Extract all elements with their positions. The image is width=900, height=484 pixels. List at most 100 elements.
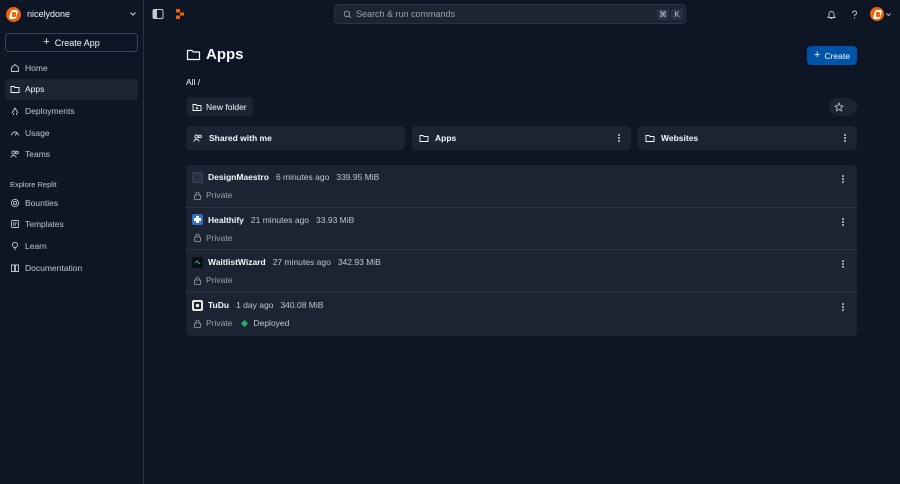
new-folder-label: New folder: [206, 101, 247, 112]
sidebar-item-label: Teams: [25, 149, 51, 160]
lock-icon: [194, 233, 201, 243]
sidebar-item-teams[interactable]: Teams: [5, 144, 138, 165]
shortcut-key-cmd: ⌘: [657, 9, 669, 20]
app-row-waitlistwizard[interactable]: WaitlistWizard 27 minutes ago 342.93 MiB…: [186, 250, 857, 294]
create-app-label: Create App: [54, 37, 100, 48]
sidebar-item-label: Usage: [25, 127, 50, 138]
app-size: 33.93 MiB: [316, 214, 355, 225]
explore-section-label: Explore Replit: [10, 180, 57, 189]
sidebar-toggle-icon[interactable]: [152, 8, 164, 20]
deployed-status: Deployed: [240, 318, 289, 328]
search-bar[interactable]: Search & run commands ⌘ K: [334, 4, 686, 24]
page-title-text: Apps: [206, 46, 244, 63]
learn-icon: [11, 241, 19, 251]
app-name[interactable]: TuDu: [208, 300, 229, 310]
app-size: 342.93 MiB: [337, 257, 381, 268]
help-icon[interactable]: [849, 9, 860, 20]
app-list: DesignMaestro 6 minutes ago 339.95 MiB P…: [186, 165, 857, 336]
lock-icon: [194, 319, 201, 328]
lock-icon: [194, 276, 201, 285]
sidebar-item-home[interactable]: Home: [5, 57, 138, 78]
sidebar-item-label: Templates: [25, 219, 64, 230]
more-options-icon[interactable]: [839, 259, 847, 269]
chevron-down-icon: [130, 12, 136, 16]
more-options-icon[interactable]: [615, 133, 623, 143]
more-options-icon[interactable]: [839, 174, 847, 184]
app-name[interactable]: WaitlistWizard: [208, 257, 266, 267]
home-icon: [11, 63, 19, 72]
sidebar-item-templates[interactable]: Templates: [5, 214, 138, 235]
usage-icon: [11, 131, 19, 136]
search-icon: [343, 10, 352, 18]
privacy-label: Private: [206, 232, 233, 243]
bounties-icon: [10, 198, 20, 207]
teams-icon: [10, 150, 19, 158]
app-thumbnail: [192, 171, 203, 183]
user-menu[interactable]: nicelydone: [6, 6, 138, 22]
sidebar-item-label: Apps: [25, 84, 45, 95]
app-time: 27 minutes ago: [272, 257, 331, 268]
more-options-icon[interactable]: [839, 217, 847, 227]
waitlistwizard-logo-icon: [192, 256, 203, 268]
folder-icon: [186, 49, 201, 61]
sidebar-nav: Home Apps Deployments Usage Teams: [5, 57, 138, 165]
deployments-icon: [11, 107, 19, 115]
app-row-healthify[interactable]: Healthify 21 minutes ago 33.93 MiB Priva…: [186, 208, 857, 251]
app-row-tudu[interactable]: TuDu 1 day ago 340.08 MiB Private Deploy…: [186, 293, 857, 336]
more-options-icon[interactable]: [839, 302, 847, 312]
deployed-icon: [241, 319, 249, 327]
avatar: [6, 6, 21, 22]
folder-label: Websites: [661, 133, 699, 143]
folder-list: Shared with me Apps Websites: [186, 126, 857, 150]
folder-icon: [645, 135, 655, 142]
app-time: 6 minutes ago: [275, 172, 330, 182]
healthify-logo-icon: [192, 214, 203, 226]
sidebar-item-label: Learn: [25, 240, 47, 251]
folder-icon: [419, 135, 429, 142]
create-button[interactable]: + Create: [807, 46, 857, 65]
replit-logo-icon[interactable]: [174, 8, 186, 20]
app-time: 1 day ago: [236, 300, 274, 311]
star-icon: [834, 102, 844, 112]
folder-plus-icon: [192, 103, 202, 111]
breadcrumb[interactable]: All /: [186, 77, 200, 87]
folder-websites[interactable]: Websites: [638, 126, 857, 150]
chevron-down-icon: [886, 12, 891, 16]
folder-shared-with-me[interactable]: Shared with me: [186, 126, 405, 150]
app-name[interactable]: Healthify: [208, 215, 244, 225]
shared-users-icon: [193, 134, 202, 142]
account-menu[interactable]: [870, 7, 892, 21]
app-time: 21 minutes ago: [250, 214, 310, 225]
folder-icon: [10, 86, 20, 94]
topbar-left: [152, 8, 196, 20]
avatar: [870, 7, 884, 21]
sidebar-item-apps[interactable]: Apps: [5, 78, 138, 100]
sidebar-item-label: Documentation: [25, 262, 83, 273]
sidebar-item-label: Deployments: [25, 105, 75, 116]
sidebar-item-documentation[interactable]: Documentation: [5, 257, 138, 278]
privacy-label: Private: [206, 190, 233, 200]
folder-label: Apps: [435, 133, 457, 143]
plus-icon: +: [43, 36, 50, 48]
more-options-icon[interactable]: [841, 133, 849, 143]
app-name[interactable]: DesignMaestro: [208, 172, 269, 182]
favorites-toggle[interactable]: [829, 98, 857, 116]
plus-icon: +: [814, 49, 821, 61]
bell-icon[interactable]: [826, 9, 837, 20]
sidebar-item-usage[interactable]: Usage: [5, 122, 138, 143]
sidebar-item-learn[interactable]: Learn: [5, 235, 138, 256]
explore-nav: Bounties Templates Learn Documentation: [5, 192, 138, 279]
privacy-label: Private: [206, 318, 233, 329]
sidebar-item-bounties[interactable]: Bounties: [5, 192, 138, 213]
templates-icon: [11, 220, 19, 229]
sidebar-item-deployments[interactable]: Deployments: [5, 100, 138, 121]
app-row-designmaestro[interactable]: DesignMaestro 6 minutes ago 339.95 MiB P…: [186, 165, 857, 208]
search-placeholder: Search & run commands: [356, 9, 456, 19]
new-folder-button[interactable]: New folder: [186, 97, 253, 116]
privacy-label: Private: [206, 275, 233, 286]
create-button-label: Create: [824, 50, 850, 61]
sidebar-item-label: Home: [25, 62, 48, 73]
folder-apps[interactable]: Apps: [412, 126, 631, 150]
app-size: 340.08 MiB: [280, 300, 324, 311]
create-app-button[interactable]: + Create App: [5, 33, 138, 52]
